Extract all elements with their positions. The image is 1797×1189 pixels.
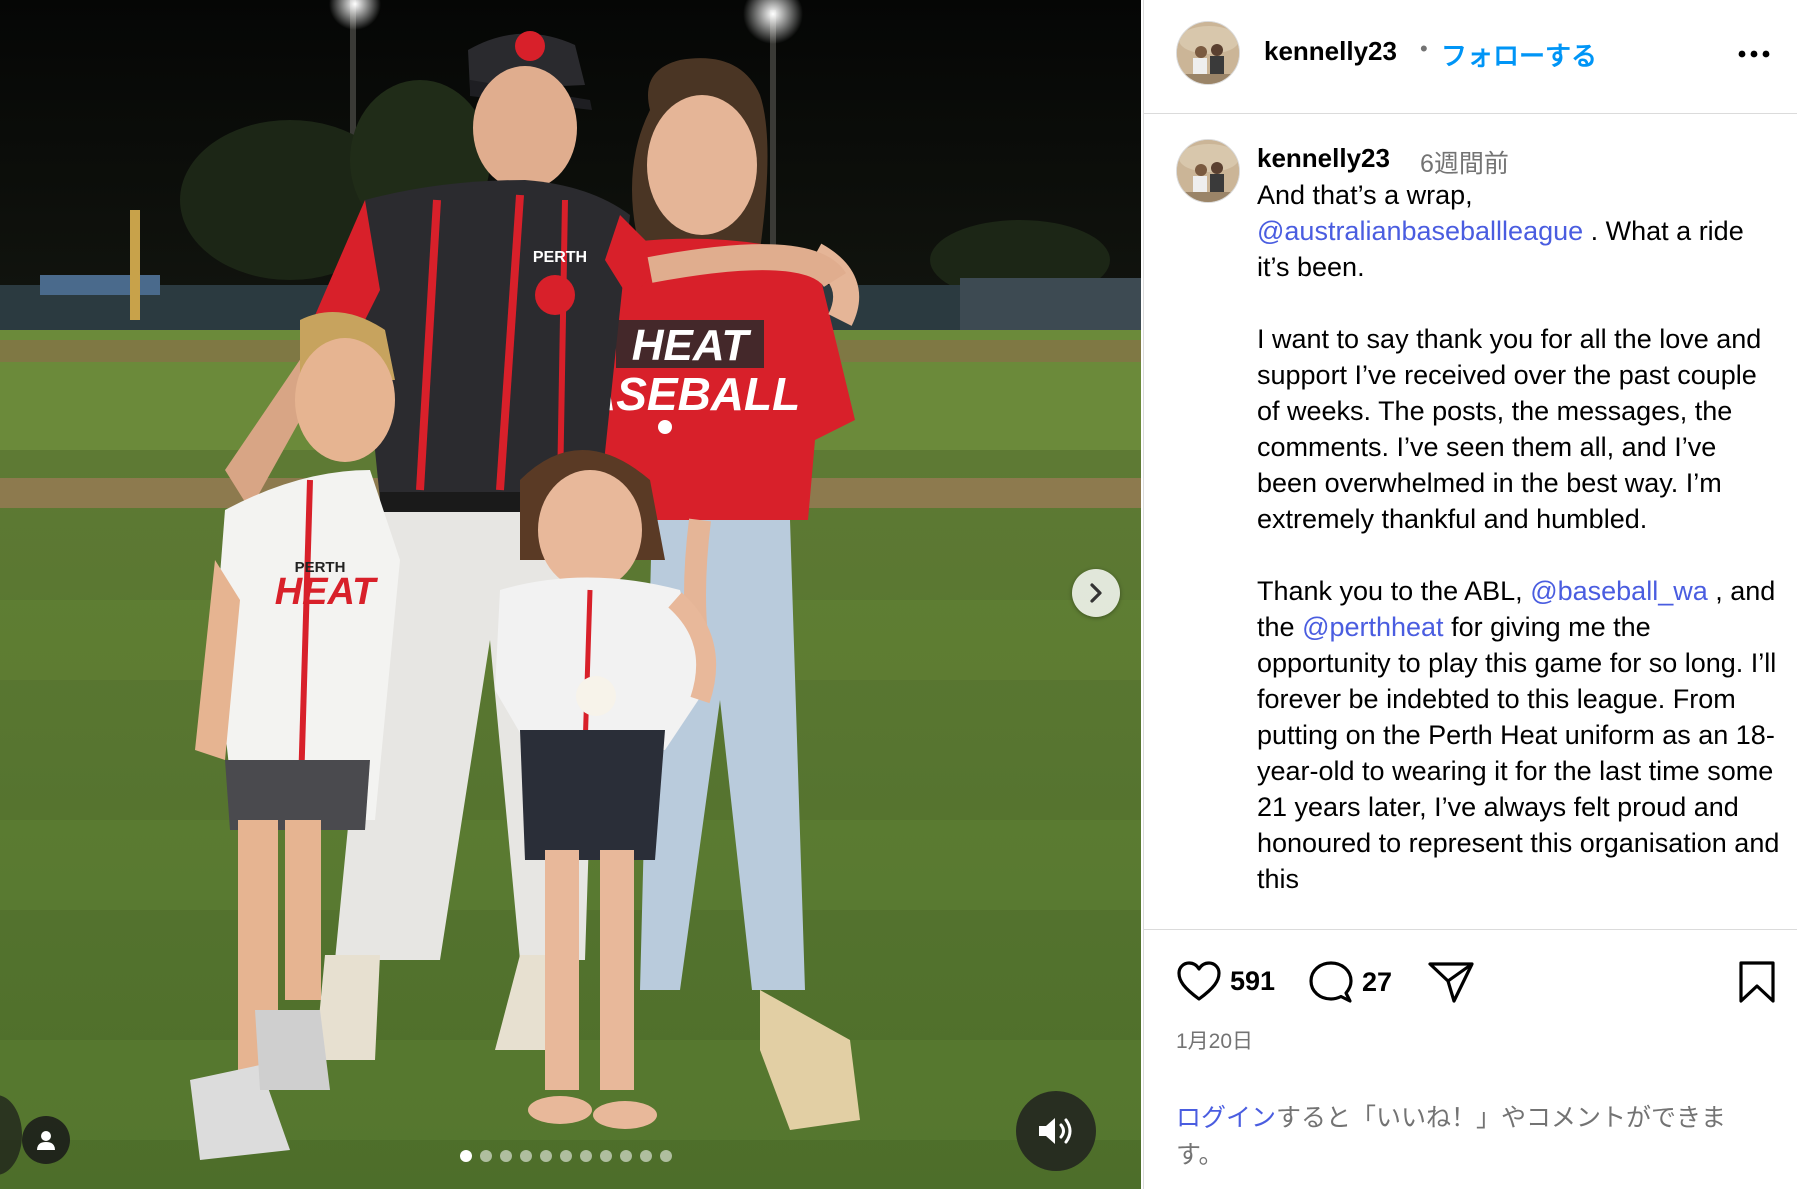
tagged-users-button[interactable]: [22, 1116, 70, 1164]
login-prompt: ログインすると「いいね！」やコメントができます。: [1176, 1100, 1766, 1174]
carousel-dot: [560, 1150, 572, 1162]
save-button[interactable]: [1738, 960, 1776, 1004]
next-media-button[interactable]: [1072, 569, 1120, 617]
separator-dot: •: [1420, 36, 1428, 61]
caption-paragraph-3: Thank you to the ABL, @baseball_wa , and…: [1257, 573, 1782, 897]
avatar-image: [1177, 22, 1239, 84]
post-photo: HEAT BASEBALL PERTH PERTH HEAT: [0, 0, 1141, 1189]
more-dots-icon: [1738, 50, 1770, 58]
carousel-dot: [580, 1150, 592, 1162]
post-actions: 591 27 1月20日 ログインすると「いいね！」やコメントができます。: [1144, 929, 1797, 1189]
share-button[interactable]: [1427, 960, 1475, 1004]
mention-link-abl[interactable]: @australianbaseballleague: [1257, 216, 1583, 246]
post-author-username[interactable]: kennelly23: [1264, 36, 1397, 67]
caption-text-fragment: for giving me the opportunity to play th…: [1257, 612, 1780, 894]
carousel-dot: [640, 1150, 652, 1162]
caption-paragraph-2: I want to say thank you for all the love…: [1257, 324, 1762, 534]
svg-text:HEAT: HEAT: [275, 571, 378, 613]
carousel-dot: [480, 1150, 492, 1162]
like-button[interactable]: 591: [1176, 960, 1275, 1002]
avatar-image: [1177, 140, 1239, 202]
post-details-panel: kennelly23 • フォローする kennelly23 6週間前 And …: [1143, 0, 1797, 1189]
caption-section: kennelly23 6週間前 And that’s a wrap, @aust…: [1144, 115, 1797, 929]
carousel-dot: [500, 1150, 512, 1162]
post-date[interactable]: 1月20日: [1176, 1025, 1253, 1055]
like-count[interactable]: 591: [1230, 966, 1275, 997]
caption-paragraph-1: And that’s a wrap, @australianbaseballle…: [1257, 177, 1782, 285]
carousel-dot: [620, 1150, 632, 1162]
bookmark-icon: [1739, 961, 1775, 1003]
comment-button[interactable]: 27: [1308, 960, 1392, 1004]
mention-link-perthheat[interactable]: @perthheat: [1302, 612, 1444, 642]
post-media[interactable]: HEAT BASEBALL PERTH PERTH HEAT: [0, 0, 1141, 1189]
login-link[interactable]: ログイン: [1176, 1104, 1276, 1132]
sound-toggle-button[interactable]: [1016, 1091, 1096, 1171]
heart-icon: [1177, 961, 1221, 1001]
caption-line: And that’s a wrap,: [1257, 180, 1473, 210]
carousel-dot: [520, 1150, 532, 1162]
speaker-icon: [1039, 1118, 1072, 1144]
comment-bubble-icon: [1309, 961, 1353, 1003]
comment-count[interactable]: 27: [1362, 967, 1392, 998]
follow-button[interactable]: フォローする: [1441, 36, 1597, 73]
mention-link-baseball-wa[interactable]: @baseball_wa: [1530, 576, 1708, 606]
caption-username[interactable]: kennelly23: [1257, 143, 1390, 174]
caption-text-fragment: Thank you to the ABL,: [1257, 576, 1523, 606]
carousel-indicator: [460, 1150, 672, 1162]
carousel-dot: [540, 1150, 552, 1162]
post-header: kennelly23 • フォローする: [1144, 0, 1797, 114]
shirt-heat-text: HEAT: [632, 321, 752, 370]
user-tag-icon: [37, 1131, 55, 1150]
carousel-dot: [660, 1150, 672, 1162]
carousel-dot: [460, 1150, 472, 1162]
share-paper-plane-icon: [1428, 962, 1474, 1003]
caption-text: And that’s a wrap, @australianbaseballle…: [1257, 177, 1782, 929]
carousel-dot: [600, 1150, 612, 1162]
caption-avatar[interactable]: [1176, 139, 1240, 203]
chevron-right-icon: [1090, 583, 1102, 603]
svg-text:PERTH: PERTH: [533, 249, 587, 266]
more-options-button[interactable]: [1734, 34, 1774, 74]
post-time-ago[interactable]: 6週間前: [1420, 144, 1509, 180]
avatar[interactable]: [1176, 21, 1240, 85]
